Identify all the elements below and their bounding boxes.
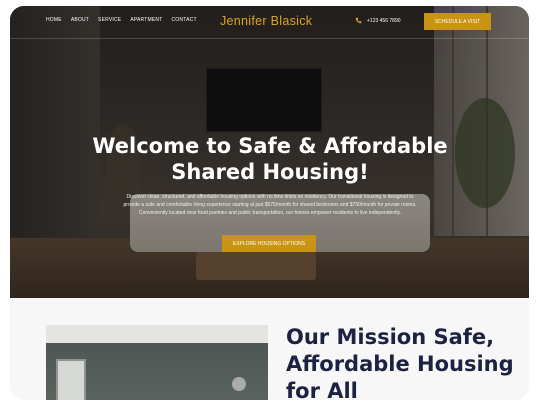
schedule-visit-button[interactable]: SCHEDULE A VISIT <box>424 13 491 30</box>
hero-section: HOME ABOUT SERVICE APARTMENT CONTACT Jen… <box>10 6 529 298</box>
top-navigation: HOME ABOUT SERVICE APARTMENT CONTACT Jen… <box>10 6 529 39</box>
phone-number: +123 456 7890 <box>367 17 401 24</box>
mission-image-lamp <box>232 377 246 391</box>
mission-section: Our Mission Safe, Affordable Housing for… <box>10 298 529 400</box>
phone-contact[interactable]: +123 456 7890 <box>355 17 401 24</box>
explore-housing-button[interactable]: EXPLORE HOUSING OPTIONS <box>222 235 316 252</box>
mission-image <box>46 325 268 400</box>
hero-description: Discover clean, structured, and affordab… <box>123 194 417 217</box>
phone-icon <box>355 17 362 24</box>
nav-link-contact[interactable]: CONTACT <box>172 17 197 23</box>
hero-title: Welcome to Safe & Affordable Shared Hous… <box>92 134 448 184</box>
nav-link-about[interactable]: ABOUT <box>71 17 89 23</box>
page-frame: HOME ABOUT SERVICE APARTMENT CONTACT Jen… <box>10 6 529 400</box>
mission-image-window <box>56 359 86 400</box>
mission-title: Our Mission Safe, Affordable Housing for… <box>286 325 514 400</box>
nav-link-apartment[interactable]: APARTMENT <box>130 17 162 23</box>
nav-link-home[interactable]: HOME <box>46 17 62 23</box>
brand-logo-text[interactable]: Jennifer Blasick <box>220 14 312 28</box>
nav-links: HOME ABOUT SERVICE APARTMENT CONTACT <box>46 17 197 23</box>
mission-image-ceiling <box>46 325 268 343</box>
nav-link-service[interactable]: SERVICE <box>98 17 121 23</box>
